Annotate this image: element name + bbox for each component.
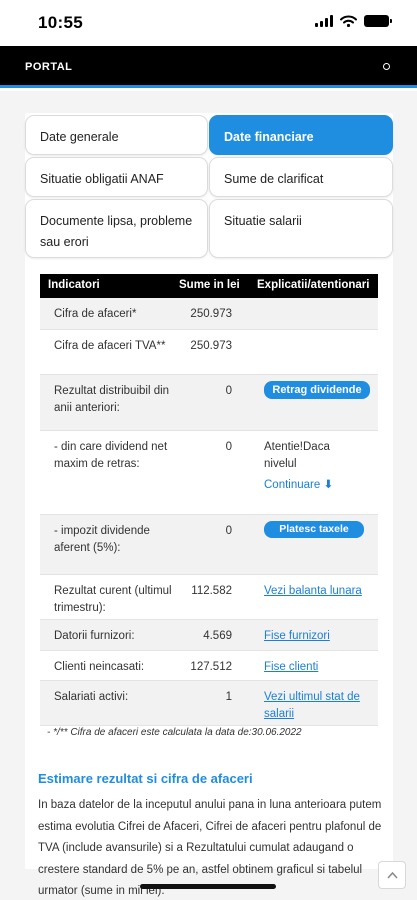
table-header: Indicatori Sume in lei Explicatii/atenti… [40,274,378,298]
row-label: Clienti neincasati: [54,661,145,673]
tab-situatie-salarii[interactable]: Situatie salarii [209,199,393,258]
vezi-stat-salarii-link[interactable]: Vezi ultimul stat de salarii [264,689,374,723]
row-explanation: Atentie!Daca nivelul Continuare ⬇︎ [264,439,356,494]
battery-icon [364,15,392,27]
row-label: Cifra de afaceri TVA** [54,340,166,352]
row-label: - impozit dividende aferent (5%): [54,525,150,554]
header-indicatori: Indicatori [48,279,100,291]
row-label: Rezultat distribuibil din anii anteriori… [54,385,170,414]
app-title: PORTAL [25,61,73,73]
row-label: - din care dividend net maxim de retras: [54,441,168,470]
scroll-to-top-button[interactable] [378,861,406,889]
table-footnote: - */** Cifra de afaceri este calculata l… [47,727,302,738]
header-explicatii: Explicatii/atentionari [257,279,370,291]
table-row: - din care dividend net maxim de retras:… [40,431,378,515]
row-label: Cifra de afaceri* [54,308,137,320]
row-label: Salariati activi: [54,691,129,703]
row-value: 0 [225,441,232,453]
fise-furnizori-link[interactable]: Fise furnizori [264,628,374,645]
header-sume: Sume in lei [179,279,240,291]
row-value: 250.973 [190,340,232,352]
expand-icon: ⬇︎ [323,479,334,491]
tab-situatie-obligatii-anaf[interactable]: Situatie obligatii ANAF [25,157,208,197]
tab-date-financiare[interactable]: Date financiare [209,115,393,155]
row-label: Datorii furnizori: [54,630,135,642]
menu-icon[interactable] [383,63,390,70]
app-bar: PORTAL [0,46,417,88]
table-row: Datorii furnizori: 4.569 Fise furnizori [40,620,378,651]
row-label: Rezultat curent (ultimul trimestru): [54,585,172,614]
vezi-balanta-link[interactable]: Vezi balanta lunara [264,583,374,600]
retrag-dividende-button[interactable]: Retrag dividende [264,381,370,399]
continuare-label: Continuare [264,479,321,491]
tab-sume-de-clarificat[interactable]: Sume de clarificat [209,157,393,197]
cellular-signal-icon [315,15,333,27]
row-value: 0 [225,525,232,537]
table-row: Rezultat curent (ultimul trimestru): 112… [40,575,378,620]
table-row: Cifra de afaceri TVA** 250.973 [40,330,378,375]
fise-clienti-link[interactable]: Fise clienti [264,659,374,676]
status-bar: 10:55 [0,0,417,46]
tab-documente-lipsa[interactable]: Documente lipsa, probleme sau erori [25,199,208,258]
row-value: 0 [225,385,232,397]
tab-date-generale[interactable]: Date generale [25,115,208,155]
table-row: Salariati activi: 1 Vezi ultimul stat de… [40,681,378,726]
table-row: Rezultat distribuibil din anii anteriori… [40,375,378,431]
status-time: 10:55 [38,13,83,32]
row-explanation: Retrag dividende [264,381,374,399]
table-row: - impozit dividende aferent (5%): 0 Plat… [40,515,378,575]
row-value: 127.512 [190,661,232,673]
row-value: 250.973 [190,308,232,320]
continuare-link[interactable]: Continuare ⬇︎ [264,477,333,494]
table-row: Clienti neincasati: 127.512 Fise clienti [40,651,378,681]
row-explanation: Platesc taxele [264,521,374,538]
table-row: Cifra de afaceri* 250.973 [40,298,378,330]
row-value: 1 [225,691,232,703]
dividend-warning-text: Atentie!Daca nivelul [264,441,330,470]
estimate-title: Estimare rezultat si cifra de afaceri [38,771,253,786]
wifi-icon [340,15,357,27]
row-value: 4.569 [203,630,232,642]
platesc-taxele-button[interactable]: Platesc taxele [264,521,364,538]
row-value: 112.582 [191,585,232,597]
home-indicator [140,884,276,889]
status-icons [315,15,392,27]
chevron-up-icon [387,871,398,879]
